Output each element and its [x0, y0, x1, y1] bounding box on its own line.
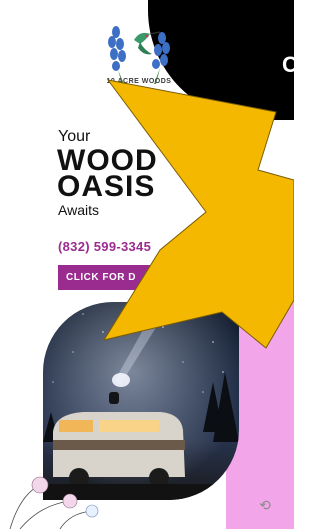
landing-page: C 10 ACRE WOODS Your WOOD OASIS Awaits (… — [0, 0, 294, 529]
hero-line-oasis: OASIS — [57, 170, 156, 203]
phone-link[interactable]: (832) 599-3345 — [58, 239, 151, 254]
logo-text: 10 ACRE WOODS — [106, 78, 172, 85]
reload-icon[interactable]: ⟲ — [257, 497, 273, 513]
floral-decoration — [9, 476, 99, 529]
cta-button[interactable]: CLICK FOR D — [58, 265, 168, 290]
hummingbird-logo — [108, 26, 170, 84]
hero-line-awaits: Awaits — [58, 202, 99, 218]
dark-shape-text: C — [282, 52, 294, 77]
